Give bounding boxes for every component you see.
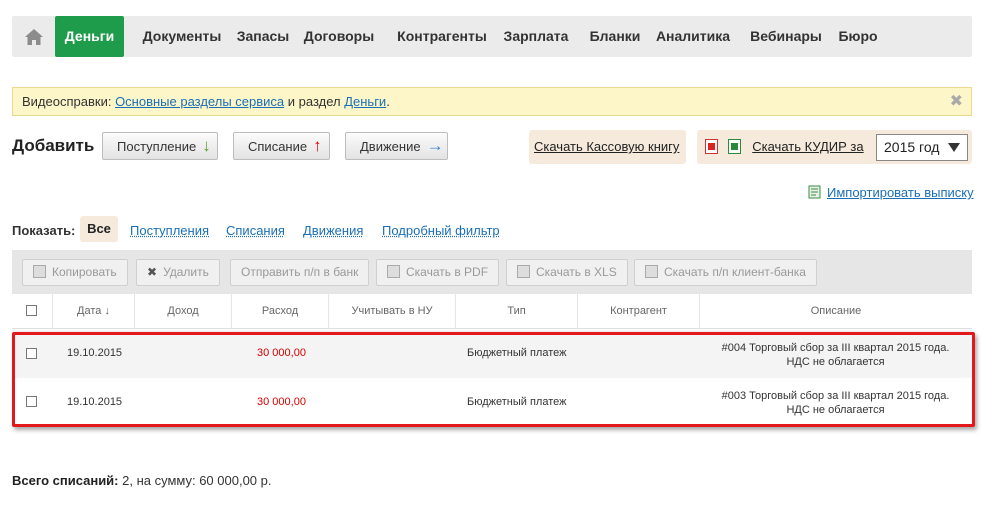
import-icon <box>808 185 822 199</box>
add-movement-label: Движение <box>360 139 421 154</box>
column-description: Описание <box>699 294 972 329</box>
pdf-icon <box>387 265 400 278</box>
add-movement-button[interactable]: Движение → <box>345 132 448 160</box>
nav-stock[interactable]: Запасы <box>224 16 302 57</box>
column-tax: Учитывать в НУ <box>328 294 455 329</box>
download-xls-label: Скачать в XLS <box>536 265 617 279</box>
add-expense-label: Списание <box>248 139 308 154</box>
download-cashbook-pill[interactable]: Скачать Кассовую книгу <box>529 130 686 164</box>
nav-analytics[interactable]: Аналитика <box>650 16 736 57</box>
copy-icon <box>33 265 46 278</box>
select-all-checkbox[interactable] <box>26 305 37 316</box>
total-summary: Всего списаний: 2, на сумму: 60 000,00 р… <box>12 473 272 488</box>
pdf-icon[interactable] <box>705 139 718 154</box>
filter-expense[interactable]: Списания <box>226 223 285 238</box>
link-money-section[interactable]: Деньги <box>344 94 386 109</box>
delete-button[interactable]: ✖ Удалить <box>136 259 220 286</box>
show-label: Показать: <box>12 223 76 238</box>
add-income-button[interactable]: Поступление ↓ <box>102 132 218 160</box>
table-toolbar: Копировать ✖ Удалить Отправить п/п в банк… <box>12 250 972 294</box>
download-pdf-label: Скачать в PDF <box>406 265 489 279</box>
excel-icon[interactable] <box>727 139 741 154</box>
main-nav: Деньги Документы Запасы Договоры Контраг… <box>12 16 972 57</box>
arrow-down-icon: ↓ <box>202 136 211 155</box>
copy-button[interactable]: Копировать <box>22 259 128 286</box>
home-icon[interactable] <box>12 16 55 57</box>
year-select-value: 2015 год <box>884 139 940 155</box>
download-client-bank-label: Скачать п/п клиент-банка <box>664 265 806 279</box>
add-expense-button[interactable]: Списание ↑ <box>233 132 330 160</box>
nav-bureau[interactable]: Бюро <box>834 16 882 57</box>
filter-movement[interactable]: Движения <box>303 223 363 238</box>
banner-suffix: . <box>386 94 390 109</box>
column-income: Доход <box>134 294 231 329</box>
delete-button-label: Удалить <box>163 265 209 279</box>
filter-income[interactable]: Поступления <box>130 223 209 238</box>
close-icon[interactable]: ✖ <box>950 88 963 115</box>
copy-button-label: Копировать <box>52 265 117 279</box>
excel-icon <box>517 265 530 278</box>
download-xls-button[interactable]: Скачать в XLS <box>506 259 628 286</box>
send-to-bank-button[interactable]: Отправить п/п в банк <box>230 259 370 286</box>
banner-prefix: Видеосправки: <box>22 94 116 109</box>
rows-highlight-frame <box>12 332 975 427</box>
add-label: Добавить <box>12 136 95 155</box>
nav-contracts[interactable]: Договоры <box>297 16 381 57</box>
column-expense: Расход <box>231 294 328 329</box>
nav-forms[interactable]: Бланки <box>581 16 649 57</box>
chevron-down-icon <box>948 143 960 152</box>
arrow-right-icon: → <box>426 136 444 155</box>
nav-money[interactable]: Деньги <box>55 16 124 57</box>
table-header: Дата ↓ Доход Расход Учитывать в НУ Тип К… <box>12 294 972 329</box>
send-to-bank-label: Отправить п/п в банк <box>241 265 359 279</box>
video-help-banner: Видеосправки: Основные разделы сервиса и… <box>12 87 972 116</box>
banner-middle: и раздел <box>284 94 345 109</box>
nav-counterparties[interactable]: Контрагенты <box>386 16 498 57</box>
filter-all[interactable]: Все <box>80 216 118 242</box>
link-main-sections[interactable]: Основные разделы сервиса <box>115 94 284 109</box>
total-text: 2, на сумму: 60 000,00 р. <box>118 473 272 488</box>
total-label: Всего списаний: <box>12 473 119 488</box>
column-counterparty: Контрагент <box>577 294 699 329</box>
nav-documents[interactable]: Документы <box>128 16 236 57</box>
import-statement-label: Импортировать выписку <box>827 185 974 200</box>
nav-salary[interactable]: Зарплата <box>494 16 578 57</box>
nav-webinars[interactable]: Вебинары <box>744 16 828 57</box>
download-client-bank-button[interactable]: Скачать п/п клиент-банка <box>634 259 817 286</box>
delete-icon: ✖ <box>147 265 158 279</box>
download-cashbook-link[interactable]: Скачать Кассовую книгу <box>534 139 679 154</box>
add-income-label: Поступление <box>117 139 197 154</box>
download-pdf-button[interactable]: Скачать в PDF <box>376 259 500 286</box>
column-date[interactable]: Дата ↓ <box>52 294 134 329</box>
year-select[interactable]: 2015 год <box>876 134 968 161</box>
column-type: Тип <box>455 294 577 329</box>
document-icon <box>645 265 658 278</box>
import-statement-link[interactable]: Импортировать выписку <box>808 185 974 200</box>
arrow-up-icon: ↑ <box>313 136 322 155</box>
download-kudir-link[interactable]: Скачать КУДИР за <box>752 139 863 154</box>
filter-detailed[interactable]: Подробный фильтр <box>382 223 500 238</box>
